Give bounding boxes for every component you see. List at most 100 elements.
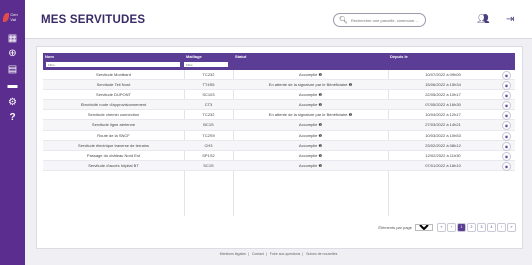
view-eye-icon[interactable]: ◉ (502, 131, 511, 141)
row-nom: Electricité route d'approvisionnement (80, 102, 147, 108)
table-row[interactable]: Servitude Montbard TC232 Accomplie ❶ 10/07/… (43, 70, 515, 81)
table-row[interactable]: Passage du château Nord Est SP1S2 Accompli… (43, 151, 515, 161)
row-nom: Servitude Montbard (96, 72, 131, 77)
row-mailage: CT3 (204, 102, 213, 108)
row-mailage: CH3 (204, 142, 213, 148)
gear-icon[interactable]: ⚙ (5, 97, 20, 109)
servitudes-panel: Nom Maillage Statut Depuis le Servitude … (36, 46, 523, 249)
row-mailage: SC1S (203, 162, 214, 168)
row-mailage: TC232 (202, 72, 215, 77)
row-depuis: 07/01/2022 à 16h10 (425, 162, 461, 168)
table-row[interactable]: Servitude d'accès hôpital BT SC1S Accompli… (43, 160, 515, 171)
page-button[interactable]: » (507, 223, 516, 232)
search-input[interactable] (347, 17, 421, 23)
row-nom: Servitude ligne aérienne (91, 122, 136, 128)
row-depuis: 10/07/2022 à 09h00 (425, 72, 461, 77)
grid-icon[interactable]: ▦ (5, 33, 20, 45)
row-statut: Accomplie ❶ (298, 152, 323, 158)
page-title: MES SERVITUDES (41, 14, 146, 26)
row-statut: En attente de la signature par le Bénéfi… (268, 82, 353, 88)
row-statut: Accomplie ❶ (298, 102, 323, 108)
table-body: Servitude Montbard TC232 Accomplie ❶ 10/07/… (43, 70, 515, 171)
row-depuis: 27/03/2022 à 14h21 (425, 122, 461, 128)
row-depuis: 15/06/2022 à 15h34 (425, 82, 461, 88)
search-icon: 🔍︎ (339, 17, 348, 24)
page-buttons: «‹ 1 2 3 4 ›» (436, 223, 516, 232)
mailage-filter-input[interactable] (184, 62, 228, 67)
page-button[interactable]: 4 (487, 223, 496, 232)
row-nom: Servitude Teil Nord (96, 82, 131, 88)
nom-filter-input[interactable] (46, 62, 180, 67)
row-statut: Accomplie ❶ (298, 92, 323, 98)
row-mailage: TC232 (202, 112, 215, 118)
footer-link[interactable]: Mentions légales (220, 252, 246, 256)
per-page-select[interactable]: 10 (415, 224, 433, 231)
view-eye-icon[interactable]: ◉ (502, 111, 511, 121)
view-eye-icon[interactable]: ◉ (502, 71, 511, 80)
view-eye-icon[interactable]: ◉ (502, 101, 511, 111)
table-row[interactable]: Servitude Teil Nord TT4S5 En attente de la… (43, 80, 515, 91)
col-depuis[interactable]: Depuis le (388, 53, 470, 60)
folder-icon[interactable]: ▬ (5, 80, 20, 92)
row-nom: Servitude d'accès hôpital BT (88, 162, 139, 168)
page-button[interactable]: 3 (477, 223, 486, 232)
logout-icon[interactable]: ⇥ (506, 14, 514, 25)
table-row[interactable]: Servitude DUPONT SC103 Accomplie ❶ 22/05/20… (43, 90, 515, 101)
filter-row (43, 60, 515, 70)
row-statut: Accomplie ❶ (298, 162, 323, 168)
row-nom: Servitude électrique traverse de terrain… (78, 142, 149, 148)
plus-circle-icon[interactable]: ⊕ (5, 48, 20, 60)
row-depuis: 10/04/2022 à 12h17 (425, 112, 461, 118)
app-logo[interactable]: Cen Val (3, 10, 23, 24)
page-button[interactable]: 1 (457, 223, 466, 232)
table-row[interactable]: Route de la SNCF TC2S9 Accomplie ❶ 10/03/20… (43, 131, 515, 141)
view-eye-icon[interactable]: ◉ (502, 151, 511, 161)
row-depuis: 23/02/2022 à 08h12 (425, 142, 461, 148)
row-depuis: 12/02/2022 à 11h30 (425, 152, 461, 158)
col-nom[interactable]: Nom (43, 53, 175, 60)
view-eye-icon[interactable]: ◉ (502, 91, 511, 101)
table-row[interactable]: Electricité route d'approvisionnement CT3… (43, 100, 515, 111)
top-header: MES SERVITUDES 🔍︎ 👥︎ ⇥ (25, 0, 532, 39)
per-page-label: Éléments par page (378, 225, 412, 230)
row-mailage: SC103 (202, 92, 215, 98)
page-button[interactable]: › (497, 223, 506, 232)
table-header: Nom Maillage Statut Depuis le (43, 53, 515, 60)
sidebar: Cen Val ▦ ⊕ ▤ ▬ ⚙ ? (0, 0, 25, 265)
table-row[interactable]: Servitude chemin connection TC232 En atten… (43, 110, 515, 121)
col-statut[interactable]: Statut (233, 53, 305, 60)
pagination: Éléments par page 10 «‹ 1 2 3 4 ›» (378, 223, 516, 232)
row-statut: Accomplie ❶ (298, 72, 323, 77)
search-box[interactable]: 🔍︎ (333, 13, 426, 27)
row-nom: Passage du château Nord Est (86, 152, 141, 158)
view-eye-icon[interactable]: ◉ (502, 141, 511, 151)
document-icon[interactable]: ▤ (5, 64, 20, 76)
row-nom: Servitude chemin connection (87, 112, 140, 118)
footer-link[interactable]: Contact (252, 252, 264, 256)
row-mailage: BC1S (203, 122, 214, 128)
row-depuis: 07/05/2022 à 16h30 (425, 102, 461, 108)
row-depuis: 22/05/2022 à 10h17 (425, 92, 461, 98)
page-button[interactable]: « (437, 223, 446, 232)
view-eye-icon[interactable]: ◉ (502, 121, 511, 131)
help-icon[interactable]: ? (5, 112, 20, 124)
row-statut: En attente de la signature par le Bénéfi… (268, 112, 353, 118)
page-button[interactable]: ‹ (447, 223, 456, 232)
row-mailage: TC2S9 (202, 132, 215, 138)
footer-link[interactable]: Suivez de nouvelles (306, 252, 337, 256)
logo-leaf-icon (3, 12, 10, 22)
user-group-icon[interactable]: 👥︎ (477, 14, 490, 25)
row-nom: Route de la SNCF (97, 132, 130, 138)
row-statut: Accomplie ❶ (298, 142, 323, 148)
page-button[interactable]: 2 (467, 223, 476, 232)
row-nom: Servitude DUPONT (96, 92, 131, 98)
view-eye-icon[interactable]: ◉ (502, 81, 511, 91)
table-row[interactable]: Servitude électrique traverse de terrain… (43, 140, 515, 151)
table-row[interactable]: Servitude ligne aérienne BC1S Accomplie ❶ 2… (43, 120, 515, 131)
row-mailage: TT4S5 (202, 82, 215, 88)
row-statut: Accomplie ❶ (298, 122, 323, 128)
view-eye-icon[interactable]: ◉ (502, 161, 511, 171)
row-mailage: SP1S2 (202, 152, 215, 158)
col-mailage[interactable]: Maillage (184, 53, 228, 60)
footer-link[interactable]: Foire aux questions (270, 252, 301, 256)
